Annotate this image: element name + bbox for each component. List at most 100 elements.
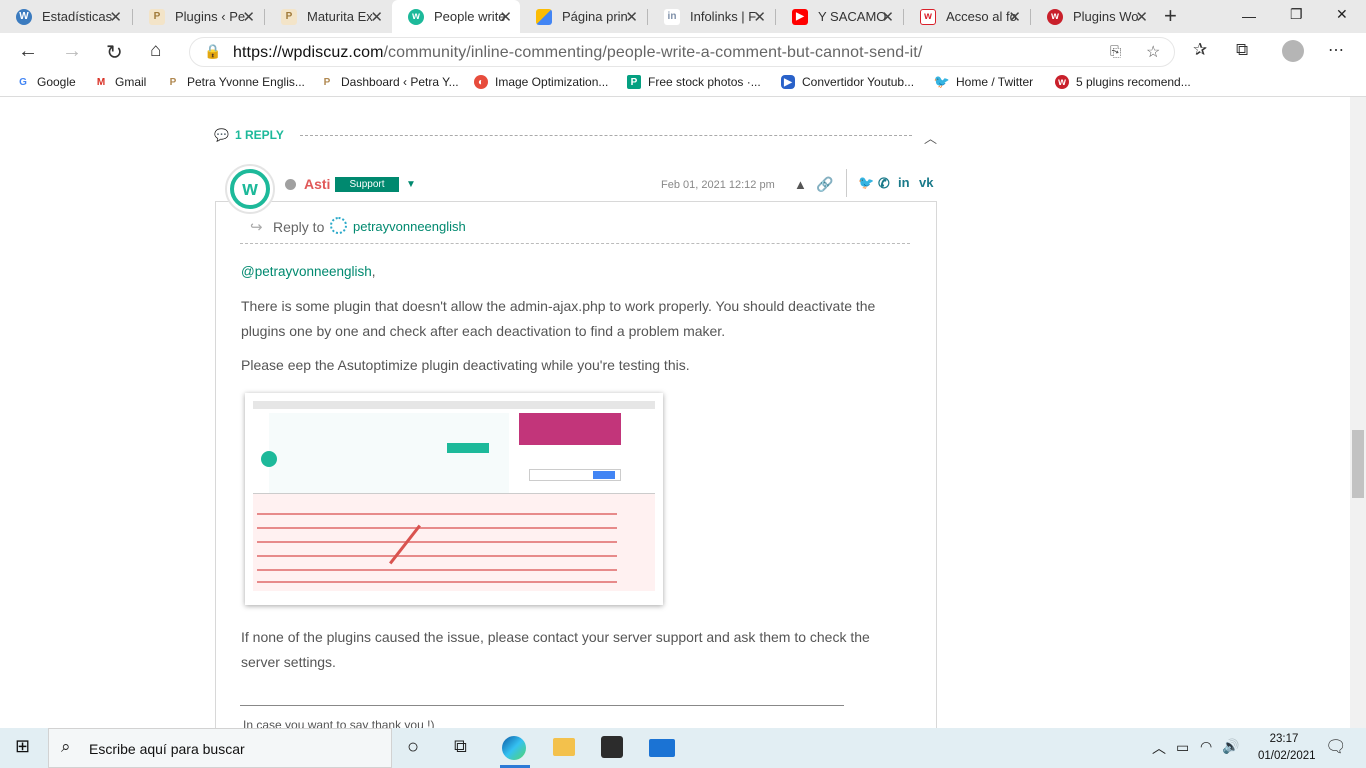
bookmark-petra-english[interactable]: P Petra Yvonne Englis... xyxy=(166,75,305,89)
link-icon[interactable]: 🔗 xyxy=(816,176,833,193)
favorites-icon[interactable]: ✰ xyxy=(1193,40,1207,60)
caret-down-icon[interactable]: ▼ xyxy=(406,179,416,190)
tab-label: Acceso al fo xyxy=(946,9,1017,24)
thank-you-note: In case you want to say thank you !) xyxy=(243,718,435,728)
read-aloud-icon[interactable]: ⎘ xyxy=(1110,43,1121,60)
bookmark-gmail[interactable]: M Gmail xyxy=(94,75,147,89)
close-icon[interactable]: ✕ xyxy=(499,8,512,26)
reload-icon[interactable]: ↻ xyxy=(106,40,123,65)
page-content: 💬 1 REPLY ︿ w Asti Support ▼ Feb 01, 202… xyxy=(0,97,1350,728)
new-tab-button[interactable]: + xyxy=(1164,3,1177,29)
screenshot-error-line xyxy=(257,541,617,543)
wordpress-icon: W xyxy=(16,8,32,25)
wpdiscuz-logo-icon: w xyxy=(230,169,270,209)
tab-label: Plugins ‹ Pe xyxy=(175,9,246,24)
bookmark-converter[interactable]: ▶ Convertidor Youtub... xyxy=(781,75,914,89)
tab-youtube[interactable]: ▶ Y SACAMO ✕ xyxy=(776,0,902,33)
infolinks-icon: in xyxy=(664,8,680,25)
profile-avatar[interactable] xyxy=(1282,40,1304,62)
attached-screenshot-image[interactable] xyxy=(245,393,663,605)
tab-plugins[interactable]: P Plugins ‹ Pe ✕ xyxy=(133,0,263,33)
screenshot-error-line xyxy=(257,513,617,515)
back-icon[interactable]: ← xyxy=(18,40,38,63)
file-explorer-icon[interactable] xyxy=(553,738,575,756)
comment-author[interactable]: Asti xyxy=(304,176,330,192)
screenshot-error-line xyxy=(257,555,617,557)
cortana-icon[interactable]: ○ xyxy=(407,736,419,759)
scrollbar-thumb[interactable] xyxy=(1352,430,1364,498)
screenshot-error-line xyxy=(257,527,617,529)
taskbar-search-box[interactable]: ⌕ Escribe aquí para buscar xyxy=(48,728,392,768)
window-close-icon[interactable]: ✕ xyxy=(1336,6,1348,23)
close-icon[interactable]: ✕ xyxy=(109,8,122,26)
comment-paragraph-3: If none of the plugins caused the issue,… xyxy=(241,629,870,670)
chevron-up-icon[interactable]: ︿ xyxy=(924,128,937,147)
avatar: w xyxy=(225,164,275,214)
chevron-up-icon[interactable]: ︿ xyxy=(1152,738,1166,758)
clock-date: 01/02/2021 xyxy=(1258,750,1316,762)
vk-icon[interactable]: vk xyxy=(919,175,933,190)
add-favorite-icon[interactable]: ☆ xyxy=(1146,42,1160,62)
gmail-icon: M xyxy=(96,76,106,88)
tab-label: People write xyxy=(434,9,506,24)
browser-tab-bar: W Estadísticas ✕ P Plugins ‹ Pe ✕ P Matu… xyxy=(0,0,1366,33)
more-menu-icon[interactable]: ⋯ xyxy=(1328,40,1344,60)
bookmarks-bar: G Google M Gmail P Petra Yvonne Englis... P… xyxy=(0,71,1366,97)
tab-maturita[interactable]: P Maturita Ex ✕ xyxy=(265,0,391,33)
bookmark-google[interactable]: G Google xyxy=(16,75,76,89)
forward-icon[interactable]: → xyxy=(62,40,82,63)
bookmark-twitter[interactable]: 🐦 Home / Twitter xyxy=(934,74,1033,89)
screenshot-search-button xyxy=(593,471,615,479)
screenshot-banner xyxy=(519,413,621,445)
divider xyxy=(240,705,844,706)
twitter-icon[interactable]: 🐦 xyxy=(858,175,874,191)
petra-icon: P xyxy=(281,8,297,25)
close-icon[interactable]: ✕ xyxy=(242,8,255,26)
close-icon[interactable]: ✕ xyxy=(625,8,638,26)
linkedin-icon[interactable]: in xyxy=(898,175,910,190)
w-icon: w xyxy=(920,8,936,25)
close-icon[interactable]: ✕ xyxy=(1135,8,1148,26)
close-icon[interactable]: ✕ xyxy=(881,8,894,26)
tab-plugins-wo[interactable]: w Plugins Wo ✕ xyxy=(1031,0,1156,33)
task-view-icon[interactable]: ⧉ xyxy=(454,736,467,757)
minimize-icon[interactable]: — xyxy=(1242,8,1256,24)
image-optimization-icon: ◐ xyxy=(474,75,488,89)
bookmark-plugins-recomendados[interactable]: w5 plugins recomend... xyxy=(1055,75,1191,89)
mail-icon[interactable] xyxy=(649,739,675,757)
collections-icon[interactable]: ⧉ xyxy=(1236,40,1248,60)
page-scrollbar[interactable] xyxy=(1350,97,1366,728)
bookmark-dashboard[interactable]: P Dashboard ‹ Petra Y... xyxy=(320,75,459,89)
battery-icon[interactable]: ▭ xyxy=(1176,739,1189,756)
replies-toggle[interactable]: 💬 1 REPLY xyxy=(214,128,284,142)
close-icon[interactable]: ✕ xyxy=(370,8,383,26)
store-icon[interactable] xyxy=(601,736,623,758)
close-icon[interactable]: ✕ xyxy=(753,8,766,26)
wifi-icon[interactable]: ◠ xyxy=(1200,738,1212,755)
clock-time: 23:17 xyxy=(1269,733,1299,745)
bookmark-image-optimization[interactable]: ◐ Image Optimization... xyxy=(474,75,608,89)
windows-taskbar: ⊞ ⌕ Escribe aquí para buscar ○ ⧉ ︿ ▭ ◠ 🔊… xyxy=(0,728,1366,768)
edge-icon[interactable] xyxy=(502,736,526,760)
lock-icon: 🔒 xyxy=(204,43,222,59)
taskbar-clock[interactable]: 23:17 01/02/2021 xyxy=(1258,731,1316,765)
windows-start-icon[interactable]: ⊞ xyxy=(15,736,30,757)
address-bar-row: ← → ↻ ⌂ 🔒 https://wpdiscuz.com/community… xyxy=(0,33,1366,71)
bookmark-pexels[interactable]: P Free stock photos ·... xyxy=(627,75,761,89)
close-icon[interactable]: ✕ xyxy=(1008,8,1021,26)
notifications-icon[interactable]: 🗨 xyxy=(1325,737,1347,757)
reply-to-user-link[interactable]: petrayvonneenglish xyxy=(353,219,466,234)
flag-icon[interactable]: ▲ xyxy=(794,177,807,192)
tab-acceso[interactable]: w Acceso al fo ✕ xyxy=(904,0,1029,33)
url-field[interactable]: 🔒 https://wpdiscuz.com/community/inline-… xyxy=(189,37,1175,67)
tab-infolinks[interactable]: in Infolinks | F ✕ xyxy=(648,0,774,33)
volume-icon[interactable]: 🔊 xyxy=(1222,738,1239,755)
tab-estadisticas[interactable]: W Estadísticas ✕ xyxy=(0,0,130,33)
mention-link[interactable]: @petrayvonneenglish xyxy=(241,264,372,279)
tab-people-write[interactable]: w People write ✕ xyxy=(392,0,520,33)
home-icon[interactable]: ⌂ xyxy=(150,40,161,62)
restore-icon[interactable]: ❐ xyxy=(1290,6,1303,23)
pexels-icon: P xyxy=(627,75,641,89)
whatsapp-icon[interactable]: ✆ xyxy=(878,175,890,192)
tab-pagina-principal[interactable]: Página prin ✕ xyxy=(520,0,646,33)
